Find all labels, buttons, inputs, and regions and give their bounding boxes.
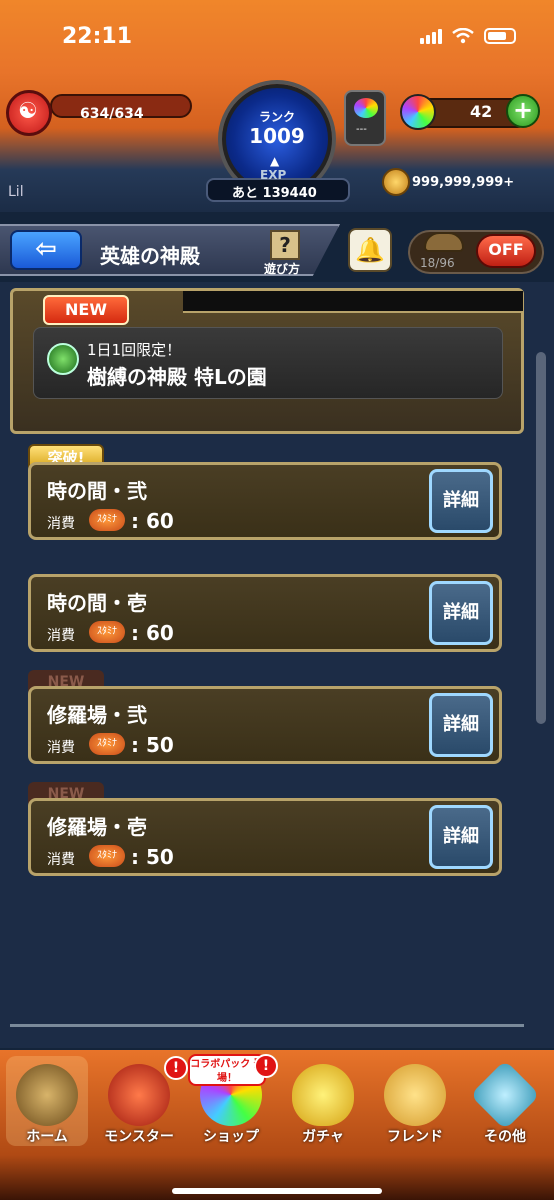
stamina-icon: ｽﾀﾐﾅ — [89, 509, 125, 531]
help-button[interactable]: ? 遊び方 — [264, 230, 310, 276]
detail-button[interactable]: 詳細 — [429, 581, 493, 645]
help-icon: ? — [270, 230, 300, 260]
quest-name: 修羅場・壱 — [47, 815, 147, 839]
wifi-icon — [452, 28, 474, 44]
detail-button[interactable]: 詳細 — [429, 693, 493, 757]
scrollbar[interactable] — [536, 352, 546, 724]
featured-header — [183, 291, 523, 313]
quest-item[interactable]: 修羅場・弐 消費 ｽﾀﾐﾅ : 50 詳細 — [28, 686, 502, 764]
buy-gems-button[interactable]: + — [506, 94, 540, 128]
nav-home[interactable]: ホーム — [4, 1060, 90, 1170]
potion-icon[interactable] — [344, 90, 386, 146]
quest-item[interactable]: 時の間・壱 消費 ｽﾀﾐﾅ : 60 詳細 — [28, 574, 502, 652]
featured-title: 樹縛の神殿 特Lの園 — [87, 365, 267, 389]
hp-value: 634/634 — [80, 106, 144, 122]
home-gate-icon — [16, 1064, 78, 1126]
quest-name: 時の間・弐 — [47, 479, 147, 503]
stamina-icon: ｽﾀﾐﾅ — [89, 733, 125, 755]
player-header: 634/634 ランク 1009 ▲ EXP あと 139440 42 + Li… — [0, 72, 554, 212]
quest-name: 修羅場・弐 — [47, 703, 147, 727]
gem-count: 42 — [470, 102, 493, 121]
quest-list-panel: NEW 1日1回限定！ 樹縛の神殿 特Lの園 突破! 時の間・弐 消費 ｽﾀﾐﾅ… — [0, 282, 554, 1048]
off-toggle-button[interactable]: OFF — [476, 234, 536, 268]
rank-label: ランク — [258, 110, 295, 124]
nav-label: ショップ — [203, 1129, 259, 1145]
stamina-icon: ｽﾀﾐﾅ — [89, 621, 125, 643]
exp-remaining: あと 139440 — [232, 186, 317, 201]
help-label: 遊び方 — [264, 262, 301, 276]
nav-friend[interactable]: フレンド — [372, 1060, 458, 1170]
stamina-cost: : 50 — [131, 733, 174, 757]
nav-label: フレンド — [387, 1129, 443, 1145]
hp-icon — [6, 90, 52, 136]
home-indicator — [172, 1188, 382, 1194]
cost-label: 消費 — [47, 516, 75, 532]
rank-up-arrow-icon: ▲ — [270, 154, 280, 168]
stamina-cost: : 60 — [131, 621, 174, 645]
nav-label: ガチャ — [302, 1129, 344, 1145]
status-time: 22:11 — [62, 24, 133, 49]
title-row: ⇦ 英雄の神殿 ? 遊び方 🔔 18/96 OFF — [0, 218, 554, 280]
nav-label: モンスター — [104, 1129, 174, 1145]
rank-value: 1009 — [249, 124, 305, 148]
page-title: 英雄の神殿 — [100, 244, 200, 268]
back-button[interactable]: ⇦ — [10, 230, 82, 270]
detail-button[interactable]: 詳細 — [429, 469, 493, 533]
bell-button[interactable]: 🔔 — [348, 228, 392, 272]
toggle-count: 18/96 — [420, 256, 455, 270]
nav-label: ホーム — [26, 1129, 68, 1145]
cost-label: 消費 — [47, 628, 75, 644]
stamina-cost: : 50 — [131, 845, 174, 869]
nav-label: その他 — [484, 1129, 526, 1145]
player-name: Lil — [8, 184, 24, 200]
cost-label: 消費 — [47, 740, 75, 756]
egg-icon — [292, 1064, 354, 1126]
signal-icon — [420, 28, 442, 44]
status-icons — [420, 28, 516, 44]
shop-alert-icon: ! — [254, 1054, 278, 1078]
dragon-icon — [108, 1064, 170, 1126]
monster-alert-icon: ! — [164, 1056, 188, 1080]
quest-item[interactable]: 時の間・弐 消費 ｽﾀﾐﾅ : 60 詳細 — [28, 462, 502, 540]
detail-button[interactable]: 詳細 — [429, 805, 493, 869]
cost-label: 消費 — [47, 852, 75, 868]
bottom-nav: ホーム モンスター ! ショップ コラボパック 登場！ ! ガチャ フレンド そ… — [0, 1050, 554, 1200]
featured-quest[interactable]: NEW 1日1回限定！ 樹縛の神殿 特Lの園 — [10, 288, 524, 434]
quest-name: 時の間・壱 — [47, 591, 147, 615]
battery-icon — [484, 28, 516, 44]
nav-gacha[interactable]: ガチャ — [280, 1060, 366, 1170]
nav-other[interactable]: その他 — [462, 1059, 548, 1170]
exp-label: EXP — [260, 168, 287, 182]
status-bar: 22:11 — [0, 0, 554, 72]
friends-icon — [384, 1064, 446, 1126]
quest-item[interactable]: 修羅場・壱 消費 ｽﾀﾐﾅ : 50 詳細 — [28, 798, 502, 876]
coin-count: 999,999,999+ — [412, 175, 515, 190]
coin-icon — [382, 168, 410, 196]
new-badge: NEW — [43, 295, 129, 325]
featured-subtitle: 1日1回限定！ — [87, 341, 182, 359]
gem-icon — [400, 94, 436, 130]
stamina-icon: ｽﾀﾐﾅ — [89, 845, 125, 867]
options-icon — [469, 1059, 541, 1131]
stamina-cost: : 60 — [131, 509, 174, 533]
wood-element-icon — [47, 343, 79, 375]
turtle-icon — [424, 232, 464, 252]
panel-bottom-frame — [10, 1024, 524, 1040]
